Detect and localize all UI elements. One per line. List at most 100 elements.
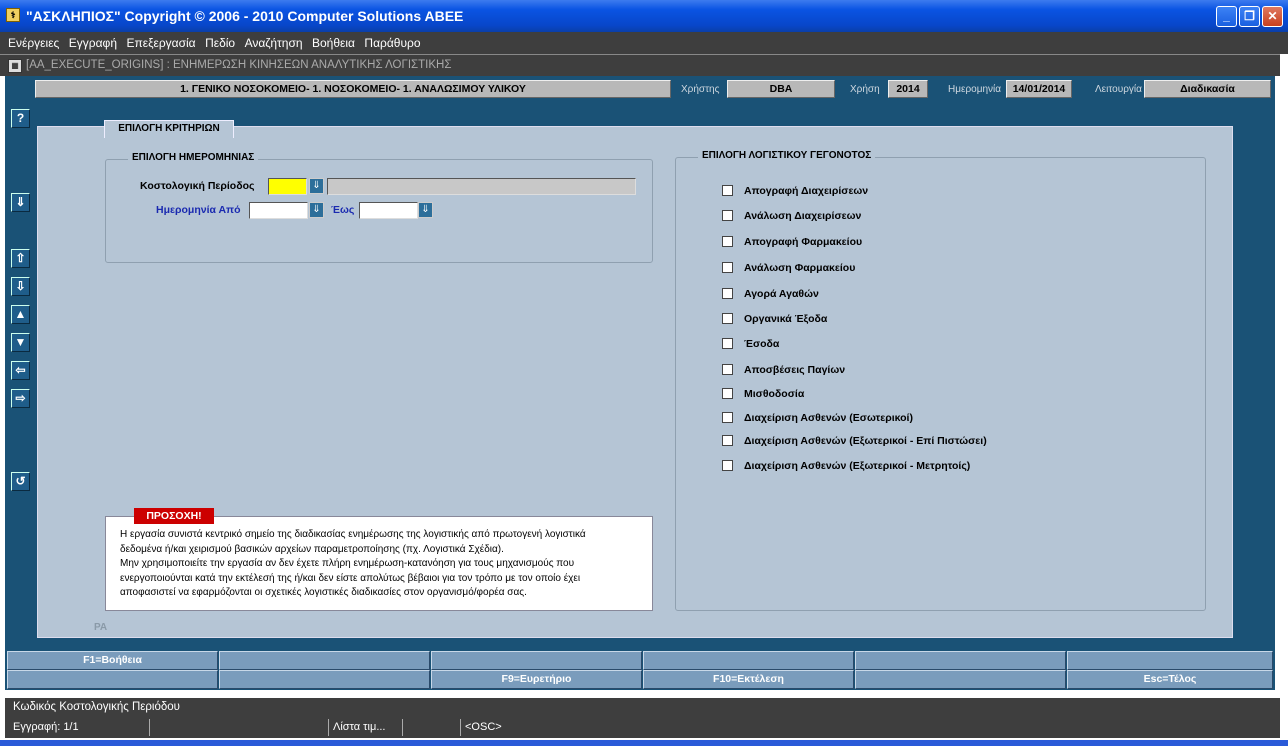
period-description-field [327, 178, 636, 195]
f1-help-button[interactable]: F1=Βοήθεια [7, 651, 218, 670]
form-title: [AA_EXECUTE_ORIGINS] : ΕΝΗΜΕΡΩΣΗ ΚΙΝΗΣΕΩ… [26, 59, 452, 71]
first-record-icon[interactable]: ⇧ [11, 249, 30, 268]
user-field: DBA [727, 80, 835, 98]
event-label: Αγορά Αγαθών [744, 288, 819, 300]
fkey-empty[interactable] [431, 651, 642, 670]
next-record-icon[interactable]: ▼ [11, 333, 30, 352]
menu-window[interactable]: Παράθυρο [356, 32, 420, 54]
warning-line: ενεργοποιούνται κατά την εκτέλεσή της ή/… [120, 572, 581, 584]
event-label: Ανάλωση Φαρμακείου [744, 262, 856, 274]
tab-criteria[interactable]: ΕΠΙΛΟΓΗ ΚΡΙΤΗΡΙΩΝ [104, 120, 234, 138]
event-label: Απογραφή Διαχειρίσεων [744, 185, 869, 197]
menu-record[interactable]: Εγγραφή [61, 32, 117, 54]
save-down-icon[interactable]: ⇓ [11, 193, 30, 212]
arrow-left-icon[interactable]: ⇦ [11, 361, 30, 380]
period-list-button[interactable]: ⇓ [309, 178, 324, 194]
event-label: Απογραφή Φαρμακείου [744, 236, 863, 248]
events-group: ΕΠΙΛΟΓΗ ΛΟΓΙΣΤΙΚΟΥ ΓΕΓΟΝΟΤΟΣ [675, 150, 1206, 611]
event-checkbox[interactable] [722, 460, 733, 471]
date-to-label: Έως [331, 204, 355, 216]
menu-help[interactable]: Βοήθεια [304, 32, 355, 54]
help-icon[interactable]: ? [11, 109, 30, 128]
event-label: Έσοδα [744, 338, 780, 350]
event-checkbox[interactable] [722, 262, 733, 273]
event-label: Διαχείριση Ασθενών (Εσωτερικοί) [744, 412, 913, 424]
window-titlebar: ⚕ "ΑΣΚΛΗΠΙΟΣ" Copyright © 2006 - 2010 Co… [0, 0, 1288, 32]
fkey-empty[interactable] [219, 670, 430, 689]
f10-execute-button[interactable]: F10=Εκτέλεση [643, 670, 854, 689]
user-label: Χρήστης [681, 84, 720, 95]
warning-line: δεδομένα ή/και χειρισμού βασικών αρχείων… [120, 543, 504, 555]
arrow-right-icon[interactable]: ⇨ [11, 389, 30, 408]
prev-record-icon[interactable]: ▲ [11, 305, 30, 324]
event-checkbox[interactable] [722, 364, 733, 375]
events-group-title: ΕΠΙΛΟΓΗ ΛΟΓΙΣΤΙΚΟΥ ΓΕΓΟΝΟΤΟΣ [698, 150, 876, 161]
fkey-empty[interactable] [643, 651, 854, 670]
esc-exit-button[interactable]: Esc=Τέλος [1067, 670, 1273, 689]
menu-edit[interactable]: Επεξεργασία [118, 32, 195, 54]
fkey-empty[interactable] [855, 651, 1066, 670]
year-label: Χρήση [850, 84, 880, 95]
function-keys: F1=Βοήθεια F9=Ευρετήριο F10=Εκτέλεση Esc… [5, 648, 1275, 690]
status-bar: Κωδικός Κοστολογικής Περιόδου Εγγραφή: 1… [5, 698, 1280, 738]
event-checkbox[interactable] [722, 313, 733, 324]
fkey-empty[interactable] [855, 670, 1066, 689]
warning-line: Η εργασία συνιστά κεντρικό σημείο της δι… [120, 529, 586, 540]
warning-line: αποφασιστεί να εφαρμόζονται οι σχετικές … [120, 587, 527, 599]
date-label: Ημερομηνία [948, 84, 1002, 95]
event-label: Ανάλωση Διαχειρίσεων [744, 210, 862, 222]
event-label: Αποσβέσεις Παγίων [744, 364, 846, 376]
date-to-calendar-button[interactable]: ⇓ [418, 202, 433, 218]
event-checkbox[interactable] [722, 288, 733, 299]
f9-index-button[interactable]: F9=Ευρετήριο [431, 670, 642, 689]
form-titlebar: ▦ [AA_EXECUTE_ORIGINS] : ΕΝΗΜΕΡΩΣΗ ΚΙΝΗΣ… [0, 54, 1280, 76]
window-title: "ΑΣΚΛΗΠΙΟΣ" Copyright © 2006 - 2010 Comp… [26, 8, 464, 24]
last-record-icon[interactable]: ⇩ [11, 277, 30, 296]
date-to-input[interactable] [359, 202, 418, 219]
event-checkbox[interactable] [722, 412, 733, 423]
fkey-empty[interactable] [7, 670, 218, 689]
event-checkbox[interactable] [722, 236, 733, 247]
mode-label: Λειτουργία [1095, 84, 1142, 95]
minimize-button[interactable]: _ [1216, 6, 1237, 27]
menu-field[interactable]: Πεδίο [197, 32, 235, 54]
status-record: Εγγραφή: 1/1 [13, 721, 79, 733]
event-checkbox[interactable] [722, 435, 733, 446]
menu-search[interactable]: Αναζήτηση [237, 32, 303, 54]
event-checkbox[interactable] [722, 388, 733, 399]
undo-icon[interactable]: ↺ [11, 472, 30, 491]
date-from-calendar-button[interactable]: ⇓ [309, 202, 324, 218]
fkey-empty[interactable] [1067, 651, 1273, 670]
event-checkbox[interactable] [722, 185, 733, 196]
close-button[interactable]: ✕ [1262, 6, 1283, 27]
restore-button[interactable]: ❐ [1239, 6, 1260, 27]
event-label: Οργανικά Έξοδα [744, 313, 828, 325]
date-group-title: ΕΠΙΛΟΓΗ ΗΜΕΡΟΜΗΝΙΑΣ [128, 152, 259, 163]
warning-text: Η εργασία συνιστά κεντρικό σημείο της δι… [120, 528, 645, 601]
date-from-input[interactable] [249, 202, 308, 219]
event-checkbox[interactable] [722, 210, 733, 221]
event-label: Διαχείριση Ασθενών (Εξωτερικοί - Μετρητο… [744, 460, 971, 472]
period-label: Κοστολογική Περίοδος [140, 180, 255, 192]
pa-label: PA [94, 622, 108, 633]
app-icon: ⚕ [6, 8, 20, 22]
menu-bar: Ενέργειες Εγγραφή Επεξεργασία Πεδίο Αναζ… [0, 32, 1288, 54]
info-bar: 1. ΓΕΝΙΚΟ ΝΟΣΟΚΟΜΕΙΟ- 1. ΝΟΣΟΚΟΜΕΙΟ- 1. … [35, 80, 1275, 100]
date-field: 14/01/2014 [1006, 80, 1072, 98]
year-field: 2014 [888, 80, 928, 98]
status-cell [402, 719, 460, 736]
event-label: Μισθοδοσία [744, 388, 805, 400]
menu-actions[interactable]: Ενέργειες [0, 32, 59, 54]
mode-field: Διαδικασία [1144, 80, 1271, 98]
event-checkbox[interactable] [722, 338, 733, 349]
status-cell [149, 719, 179, 736]
period-code-input[interactable] [268, 178, 307, 195]
org-field: 1. ΓΕΝΙΚΟ ΝΟΣΟΚΟΜΕΙΟ- 1. ΝΟΣΟΚΟΜΕΙΟ- 1. … [35, 80, 671, 98]
warning-header: ΠΡΟΣΟΧΗ! [134, 508, 214, 524]
status-hint: Κωδικός Κοστολογικής Περιόδου [13, 701, 180, 713]
fkey-empty[interactable] [219, 651, 430, 670]
status-osc: <OSC> [460, 719, 540, 736]
taskbar [0, 740, 1288, 746]
date-from-label: Ημερομηνία Από [156, 204, 241, 216]
event-label: Διαχείριση Ασθενών (Εξωτερικοί - Επί Πισ… [744, 435, 987, 447]
